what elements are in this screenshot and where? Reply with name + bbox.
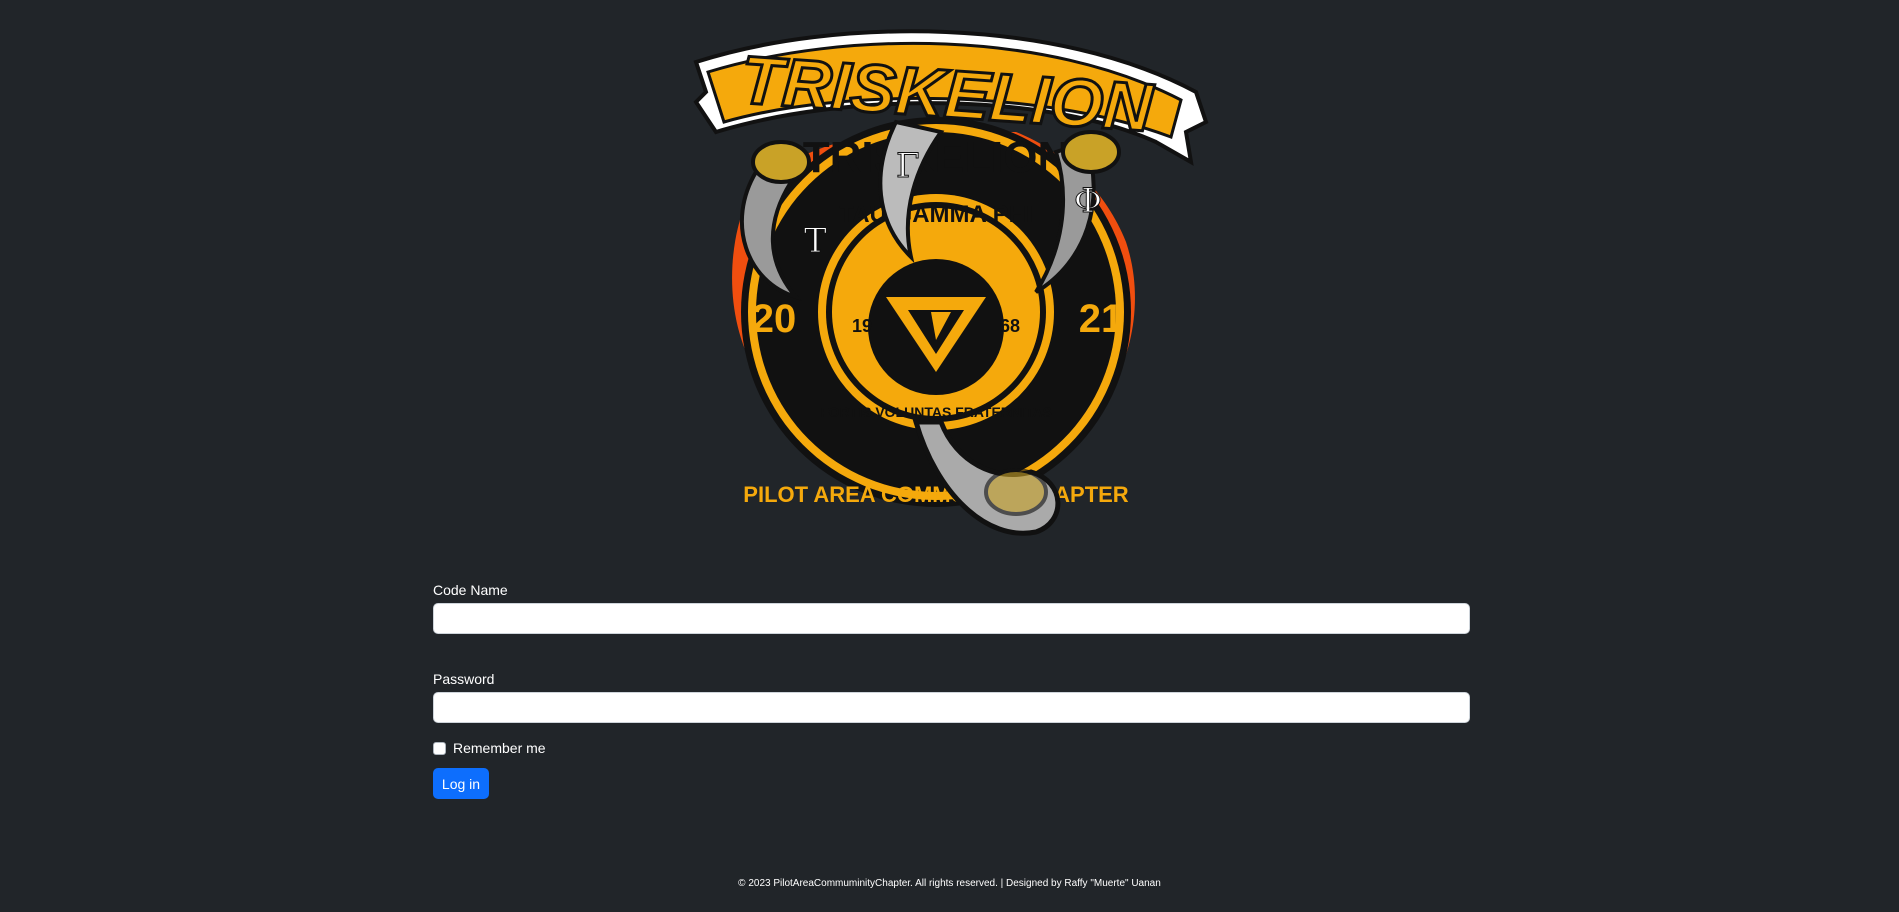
password-label: Password bbox=[433, 671, 495, 687]
code-name-label: Code Name bbox=[433, 582, 508, 598]
greek-letter-gamma: Γ bbox=[896, 146, 920, 186]
remember-me-label[interactable]: Remember me bbox=[453, 740, 546, 756]
year-left: 20 bbox=[752, 297, 797, 341]
footer-copyright: © 2023 PilotAreaCommuminityChapter. All … bbox=[738, 878, 1161, 889]
greek-letter-tau: T bbox=[804, 221, 827, 261]
greek-letter-phi: Φ bbox=[1074, 181, 1102, 221]
seal-motto: FORTIS VOLUNTAS FRATERNITAS bbox=[820, 404, 1052, 420]
login-page: TAU GAMMA PHI FORTIS VOLUNTAS FRATERNITA… bbox=[0, 0, 1899, 912]
triskelion-emblem-image: TAU GAMMA PHI FORTIS VOLUNTAS FRATERNITA… bbox=[693, 29, 1209, 536]
seal-inner-text: TAU GAMMA PHI bbox=[839, 201, 1032, 228]
founded-right: 68 bbox=[1000, 316, 1020, 336]
remember-me-row: Remember me bbox=[433, 739, 546, 757]
password-input[interactable] bbox=[433, 692, 1470, 723]
code-name-input[interactable] bbox=[433, 603, 1470, 634]
year-right: 21 bbox=[1079, 297, 1124, 341]
seal-bottom-text: PILOT AREA COMMUNITY CHAPTER bbox=[743, 482, 1129, 507]
founded-left: 19 bbox=[852, 316, 872, 336]
triskelion-logo: TAU GAMMA PHI FORTIS VOLUNTAS FRATERNITA… bbox=[686, 22, 1212, 582]
code-name-group: Code Name bbox=[433, 580, 1470, 634]
remember-me-checkbox[interactable] bbox=[433, 741, 446, 755]
password-group: Password bbox=[433, 669, 1470, 723]
login-button[interactable]: Log in bbox=[433, 768, 489, 799]
